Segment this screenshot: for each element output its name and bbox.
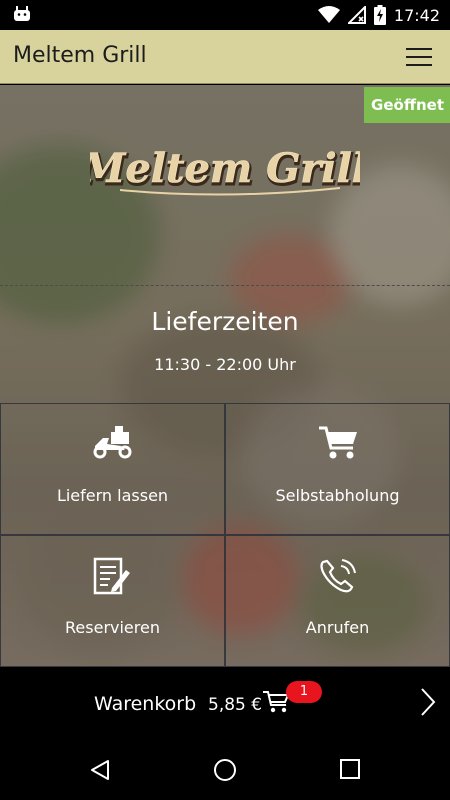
delivery-hours-title: Lieferzeiten: [151, 307, 299, 336]
section-divider: [0, 285, 450, 286]
hamburger-menu-icon[interactable]: [406, 48, 432, 68]
app-bar: Meltem Grill: [0, 30, 450, 84]
delivery-label: Liefern lassen: [56, 486, 169, 505]
back-icon[interactable]: [88, 758, 112, 782]
clock: 17:42: [393, 5, 440, 25]
action-grid: Liefern lassen Selbstabholung Reserviere…: [0, 403, 450, 667]
home-icon[interactable]: [213, 758, 237, 782]
battery-icon: [373, 5, 386, 25]
delivery-button[interactable]: Liefern lassen: [0, 403, 225, 535]
cart-label: Warenkorb: [94, 693, 197, 715]
call-button[interactable]: Anrufen: [225, 535, 450, 667]
shopping-cart-icon: [318, 426, 357, 459]
call-label: Anrufen: [305, 618, 370, 637]
restaurant-logo: Meltem Grill Meltem Grill: [0, 140, 450, 202]
reserve-button[interactable]: Reservieren: [0, 535, 225, 667]
signal-icon: [347, 6, 366, 24]
cart-total: 5,85 €: [208, 695, 263, 715]
cart-bar[interactable]: Warenkorb 5,85 € 1: [0, 667, 450, 740]
cart-count-badge: 1: [286, 681, 322, 703]
delivery-scooter-icon: [93, 426, 131, 459]
android-icon: [14, 6, 30, 21]
wifi-icon: [317, 6, 340, 23]
system-navigation-bar: [0, 740, 450, 800]
reserve-label: Reservieren: [65, 618, 160, 637]
app-title: Meltem Grill: [13, 43, 147, 68]
status-bar: 17:42: [0, 0, 450, 30]
svg-text:Meltem Grill: Meltem Grill: [90, 145, 360, 192]
pickup-button[interactable]: Selbstabholung: [225, 403, 450, 535]
pickup-label: Selbstabholung: [275, 486, 400, 505]
chevron-right-icon[interactable]: [420, 687, 436, 717]
delivery-hours-time: 11:30 - 22:00 Uhr: [154, 355, 296, 374]
hero-section: Geöffnet Meltem Grill Meltem Grill Liefe…: [0, 85, 450, 667]
open-status-badge: Geöffnet: [364, 87, 450, 123]
reservation-document-icon: [93, 557, 130, 595]
recents-icon[interactable]: [339, 758, 361, 780]
phone-call-icon: [319, 559, 356, 593]
